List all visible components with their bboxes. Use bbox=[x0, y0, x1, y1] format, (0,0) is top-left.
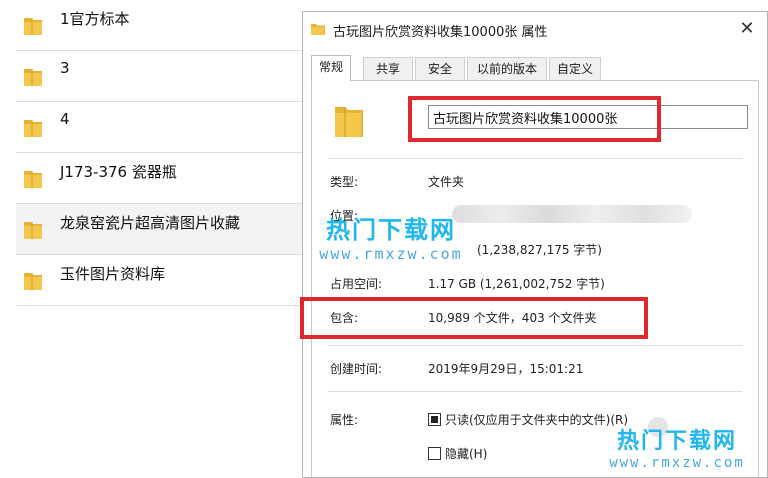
tab-customize[interactable]: 自定义 bbox=[549, 57, 601, 80]
folder-icon bbox=[311, 24, 325, 35]
folder-name: 3 bbox=[60, 59, 70, 77]
checkbox-empty[interactable] bbox=[428, 447, 441, 460]
folder-icon bbox=[335, 107, 363, 137]
folder-item-2[interactable]: 3 bbox=[16, 51, 305, 102]
separator bbox=[328, 345, 742, 346]
contains-label: 包含: bbox=[330, 311, 359, 325]
readonly-label: 只读(仅应用于文件夹中的文件)(R) bbox=[445, 413, 629, 427]
created-value: 2019年9月29日，15:01:21 bbox=[428, 362, 584, 376]
folder-icon bbox=[24, 69, 42, 86]
folder-item-6[interactable]: 玉件图片资料库 bbox=[16, 255, 305, 306]
folder-icon bbox=[24, 273, 42, 290]
folder-item-5[interactable]: 龙泉窑瓷片超高清图片收藏 bbox=[16, 204, 305, 255]
folder-item-1[interactable]: 1官方标本 bbox=[16, 0, 305, 51]
folder-name: 玉件图片资料库 bbox=[60, 265, 166, 283]
folder-list: 1官方标本 3 4 J173-376 瓷器瓶 龙泉窑瓷片超高清图片收藏 玉件图片… bbox=[0, 0, 305, 478]
folder-icon bbox=[24, 18, 42, 35]
folder-name-input[interactable] bbox=[428, 105, 748, 129]
hidden-checkbox[interactable]: 隐藏(H) bbox=[428, 445, 487, 462]
folder-item-4[interactable]: J173-376 瓷器瓶 bbox=[16, 153, 305, 204]
folder-name: 4 bbox=[60, 110, 70, 128]
checkbox-indeterminate[interactable] bbox=[428, 413, 441, 426]
folder-name: 龙泉窑瓷片超高清图片收藏 bbox=[60, 214, 241, 232]
tab-security[interactable]: 安全 bbox=[415, 57, 465, 80]
folder-name: J173-376 瓷器瓶 bbox=[60, 163, 177, 181]
blurred-location bbox=[452, 205, 692, 223]
separator bbox=[328, 391, 742, 392]
folder-item-3[interactable]: 4 bbox=[16, 102, 305, 153]
type-value: 文件夹 bbox=[428, 175, 465, 189]
tab-general[interactable]: 常规 bbox=[311, 55, 351, 81]
readonly-checkbox[interactable]: 只读(仅应用于文件夹中的文件)(R) bbox=[428, 411, 628, 428]
folder-icon bbox=[24, 222, 42, 239]
contains-value: 10,989 个文件，403 个文件夹 bbox=[428, 311, 597, 325]
separator bbox=[328, 158, 742, 159]
advanced-button-partial[interactable] bbox=[648, 417, 668, 437]
created-label: 创建时间: bbox=[330, 362, 383, 376]
hidden-label: 隐藏(H) bbox=[445, 447, 488, 461]
tab-previous-versions[interactable]: 以前的版本 bbox=[467, 57, 547, 80]
type-label: 类型: bbox=[330, 175, 359, 189]
size-value: (1,238,827,175 字节) bbox=[477, 243, 602, 257]
close-icon[interactable]: ✕ bbox=[737, 19, 757, 39]
disk-size-label: 占用空间: bbox=[330, 277, 383, 291]
dialog-titlebar[interactable]: 古玩图片欣赏资料收集10000张 属性 ✕ bbox=[303, 12, 767, 46]
dialog-title: 古玩图片欣赏资料收集10000张 属性 bbox=[333, 25, 548, 40]
attributes-label: 属性: bbox=[330, 413, 359, 427]
folder-icon bbox=[24, 120, 42, 137]
folder-icon bbox=[24, 171, 42, 188]
folder-name: 1官方标本 bbox=[60, 10, 130, 28]
tab-bar: 常规 共享 安全 以前的版本 自定义 bbox=[311, 55, 759, 81]
tab-sharing[interactable]: 共享 bbox=[363, 57, 413, 80]
location-label: 位置: bbox=[330, 209, 359, 223]
disk-size-value: 1.17 GB (1,261,002,752 字节) bbox=[428, 277, 605, 291]
general-panel: 类型: 文件夹 位置: (1,238,827,175 字节) 占用空间: 1.1… bbox=[300, 80, 759, 477]
properties-dialog: 古玩图片欣赏资料收集10000张 属性 ✕ 常规 共享 安全 以前的版本 自定义… bbox=[300, 11, 768, 478]
